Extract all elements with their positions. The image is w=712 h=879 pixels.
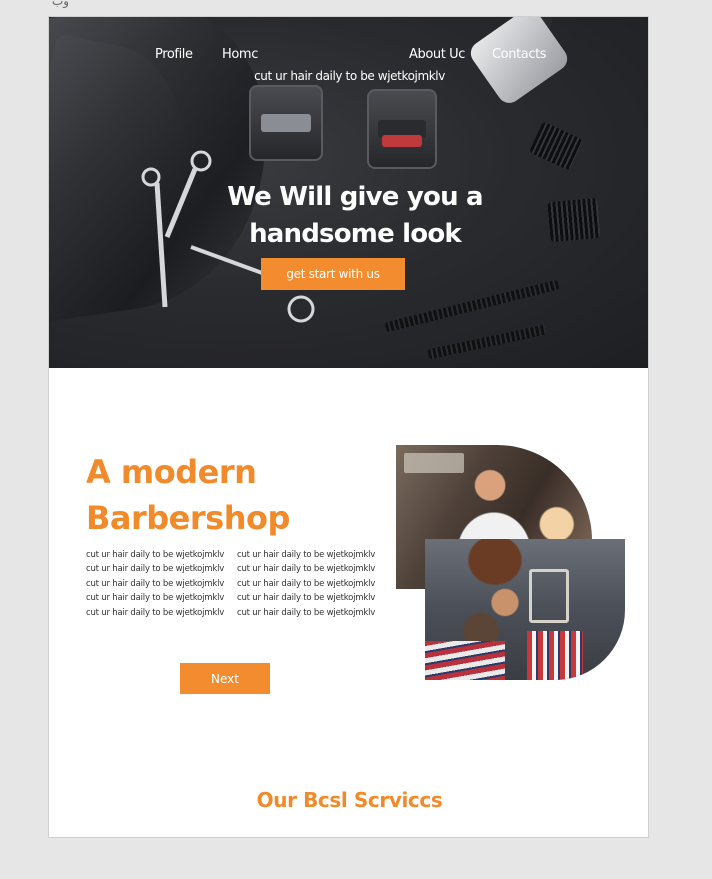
about-text-line: cut ur hair daily to be wjetkojmklv [237,578,376,589]
hero-heading-line2: handsome look [249,219,462,249]
nav-home[interactable]: Homc [222,47,258,62]
printer-image [367,89,437,169]
about-text-line: cut ur hair daily to be wjetkojmklv [86,550,225,560]
hero-heading: We Will give you a handsome look [225,179,485,253]
about-text-column-2: cut ur hair daily to be wjetkojmklv cut … [237,548,375,620]
about-title-line2: Barbershop [86,499,290,537]
about-text-line: cut ur hair daily to be wjetkojmklv [86,607,225,618]
about-title-line1: A modern [86,453,257,491]
about-text-column-1: cut ur hair daily to be wjetkojmklv cut … [86,548,224,620]
about-text-line: cut ur hair daily to be wjetkojmklv [237,607,376,618]
nav-about[interactable]: About Uc [409,47,465,62]
about-text-line: cut ur hair daily to be wjetkojmklv [237,593,376,604]
clipper-guard-image [528,121,584,171]
about-text-line: cut ur hair daily to be wjetkojmklv [237,550,376,560]
about-text-line: cut ur hair daily to be wjetkojmklv [86,593,225,604]
about-text-line: cut ur hair daily to be wjetkojmklv [86,564,225,575]
about-text-line: cut ur hair daily to be wjetkojmklv [86,578,225,589]
window-label: وب [52,0,70,8]
next-button[interactable]: Next [180,663,270,694]
barber-photo-2 [425,539,625,680]
comb-image [427,324,547,360]
hero-heading-line1: We Will give you a [227,182,483,212]
get-started-button[interactable]: get start with us [261,258,405,290]
clipper-image [466,17,572,108]
clipper-guard-image [547,197,601,243]
page-canvas: Profile Homc About Uc Contacts cut ur ha… [48,16,649,838]
hero-tagline: cut ur hair daily to be wjetkojmklv [254,69,445,83]
about-title: A modern Barbershop [86,449,290,541]
nav-profile[interactable]: Profile [155,47,193,62]
about-text-line: cut ur hair daily to be wjetkojmklv [237,564,376,575]
comb-image [384,279,560,333]
hero-section: Profile Homc About Uc Contacts cut ur ha… [49,17,648,368]
nav-contacts[interactable]: Contacts [492,47,547,62]
services-title: Our Bcsl Scrviccs [256,788,443,812]
